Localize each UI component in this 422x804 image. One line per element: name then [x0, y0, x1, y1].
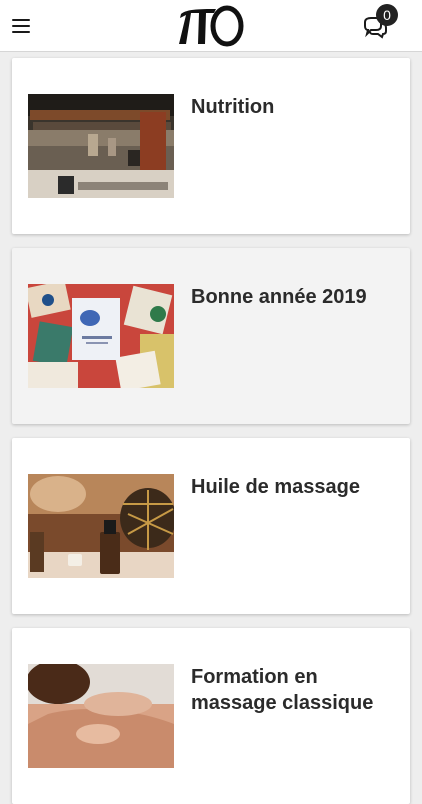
logo-icon	[179, 5, 244, 47]
article-thumbnail	[28, 94, 174, 198]
article-thumbnail	[28, 284, 174, 388]
article-thumbnail	[28, 474, 174, 578]
article-card[interactable]: Formation en massage classique	[12, 628, 410, 804]
hamburger-line	[12, 31, 30, 33]
article-title: Huile de massage	[191, 476, 360, 498]
article-card[interactable]: Bonne année 2019	[12, 248, 410, 424]
hamburger-icon	[12, 19, 30, 21]
hamburger-line	[12, 25, 30, 27]
article-title: Formation en massage classique	[191, 666, 374, 714]
article-thumbnail	[28, 664, 174, 768]
menu-button[interactable]	[10, 16, 32, 36]
article-card[interactable]: Nutrition	[12, 58, 410, 234]
article-title: Bonne année 2019	[191, 286, 367, 308]
article-title: Nutrition	[191, 96, 275, 118]
logo[interactable]	[176, 4, 246, 48]
article-card[interactable]: Huile de massage	[12, 438, 410, 614]
notification-badge: 0	[376, 4, 398, 26]
chat-button[interactable]: 0	[358, 4, 404, 44]
app-header: 0	[0, 0, 422, 52]
